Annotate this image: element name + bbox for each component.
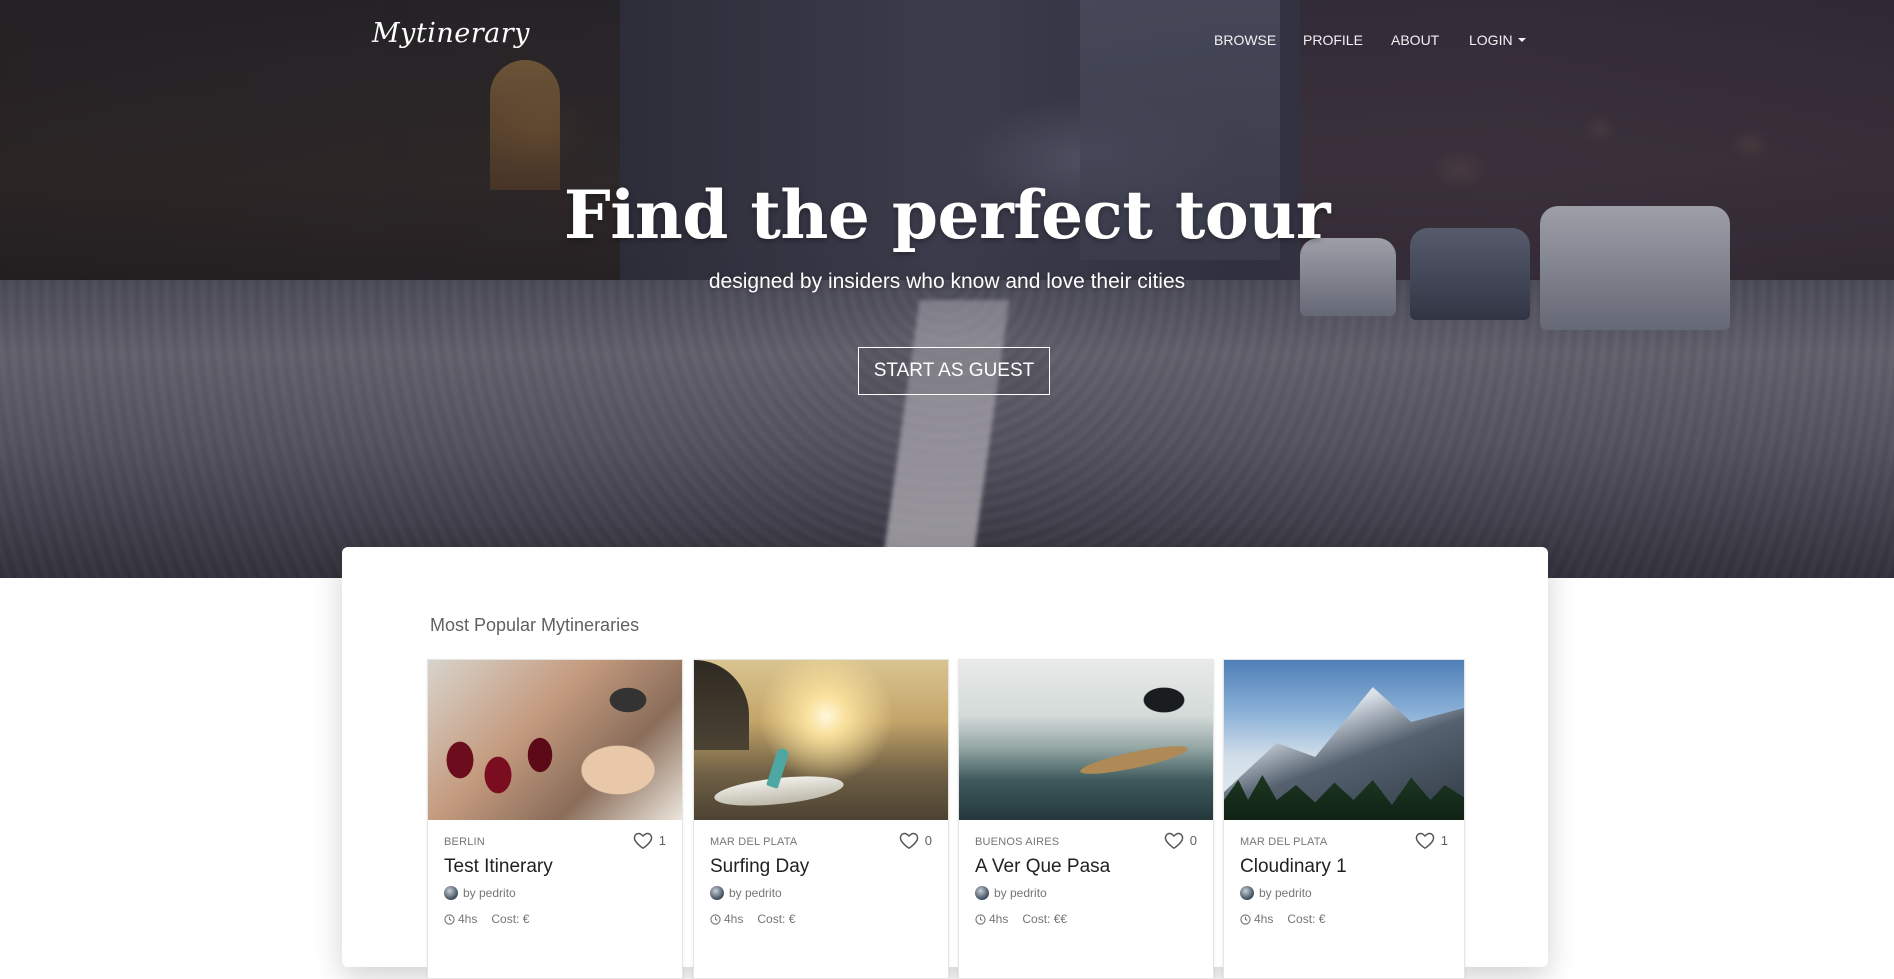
itinerary-image [959, 660, 1213, 820]
itinerary-cost: Cost: € [1287, 912, 1326, 926]
itinerary-card[interactable]: BERLIN 1 Test Itinerary by pedrito 4hs C… [427, 659, 683, 979]
itinerary-title: Test Itinerary [444, 856, 553, 877]
clock-icon [444, 913, 455, 925]
itinerary-title: A Ver Que Pasa [975, 856, 1111, 877]
avatar [444, 886, 458, 900]
avatar [975, 886, 989, 900]
duration-value: 4hs [458, 912, 478, 926]
hero-title: Find the perfect tour [563, 176, 1331, 254]
hero-banner: Mytinerary BROWSE PROFILE ABOUT LOGIN Fi… [0, 0, 1894, 578]
brand-logo[interactable]: Mytinerary [372, 18, 530, 49]
clock-icon [710, 913, 721, 925]
itinerary-author: by pedrito [975, 886, 1047, 900]
nav-about[interactable]: ABOUT [1391, 32, 1439, 48]
itinerary-card[interactable]: BUENOS AIRES 0 A Ver Que Pasa by pedrito… [958, 659, 1214, 979]
author-name: by pedrito [463, 886, 516, 900]
itinerary-cost: Cost: € [757, 912, 796, 926]
author-name: by pedrito [994, 886, 1047, 900]
like-count: 0 [924, 832, 932, 848]
duration-value: 4hs [1254, 912, 1274, 926]
itinerary-author: by pedrito [1240, 886, 1312, 900]
surfboard-fin [766, 747, 790, 789]
like-count: 0 [1189, 832, 1197, 848]
duration-value: 4hs [989, 912, 1009, 926]
itinerary-card[interactable]: MAR DEL PLATA 0 Surfing Day by pedrito 4… [693, 659, 949, 979]
like-control[interactable]: 1 [1415, 831, 1448, 849]
itinerary-card[interactable]: MAR DEL PLATA 1 Cloudinary 1 by pedrito … [1223, 659, 1465, 979]
duration-value: 4hs [724, 912, 744, 926]
itinerary-image [1224, 660, 1464, 820]
avatar [710, 886, 724, 900]
clock-icon [1240, 913, 1251, 925]
itinerary-duration: 4hs [975, 912, 1008, 926]
like-control[interactable]: 1 [633, 831, 666, 849]
itinerary-meta: 4hs Cost: € [444, 912, 529, 926]
itinerary-city: MAR DEL PLATA [1240, 836, 1328, 848]
itinerary-title: Cloudinary 1 [1240, 856, 1347, 877]
itinerary-cost: Cost: € [491, 912, 530, 926]
like-count: 1 [658, 832, 666, 848]
itinerary-image [694, 660, 948, 820]
itinerary-duration: 4hs [444, 912, 477, 926]
like-count: 1 [1440, 832, 1448, 848]
itinerary-meta: 4hs Cost: € [710, 912, 795, 926]
itinerary-title: Surfing Day [710, 856, 810, 877]
itinerary-meta: 4hs Cost: € [1240, 912, 1325, 926]
nav-browse[interactable]: BROWSE [1214, 32, 1276, 48]
like-control[interactable]: 0 [899, 831, 932, 849]
hero-subtitle: designed by insiders who know and love t… [708, 270, 1186, 293]
like-control[interactable]: 0 [1164, 831, 1197, 849]
itinerary-city: BERLIN [444, 836, 485, 848]
itinerary-city: MAR DEL PLATA [710, 836, 798, 848]
itinerary-cost: Cost: €€ [1022, 912, 1068, 926]
itinerary-author: by pedrito [444, 886, 516, 900]
itinerary-city: BUENOS AIRES [975, 836, 1060, 848]
itinerary-duration: 4hs [1240, 912, 1273, 926]
author-name: by pedrito [1259, 886, 1312, 900]
heart-outline-icon[interactable] [1164, 831, 1184, 849]
itinerary-author: by pedrito [710, 886, 782, 900]
section-title: Most Popular Mytineraries [430, 615, 640, 635]
itinerary-meta: 4hs Cost: €€ [975, 912, 1067, 926]
heart-outline-icon[interactable] [899, 831, 919, 849]
author-name: by pedrito [729, 886, 782, 900]
clock-icon [975, 913, 986, 925]
nav-login-label: LOGIN [1469, 32, 1513, 48]
nav-login-dropdown[interactable]: LOGIN [1469, 32, 1526, 48]
nav-profile[interactable]: PROFILE [1303, 32, 1363, 48]
avatar [1240, 886, 1254, 900]
itinerary-image [428, 660, 682, 820]
start-as-guest-button[interactable]: START AS GUEST [858, 347, 1050, 395]
heart-outline-icon[interactable] [1415, 831, 1435, 849]
heart-outline-icon[interactable] [633, 831, 653, 849]
itinerary-duration: 4hs [710, 912, 743, 926]
popular-itineraries-panel: Most Popular Mytineraries BERLIN 1 Test … [342, 547, 1548, 979]
caret-down-icon [1517, 38, 1526, 42]
